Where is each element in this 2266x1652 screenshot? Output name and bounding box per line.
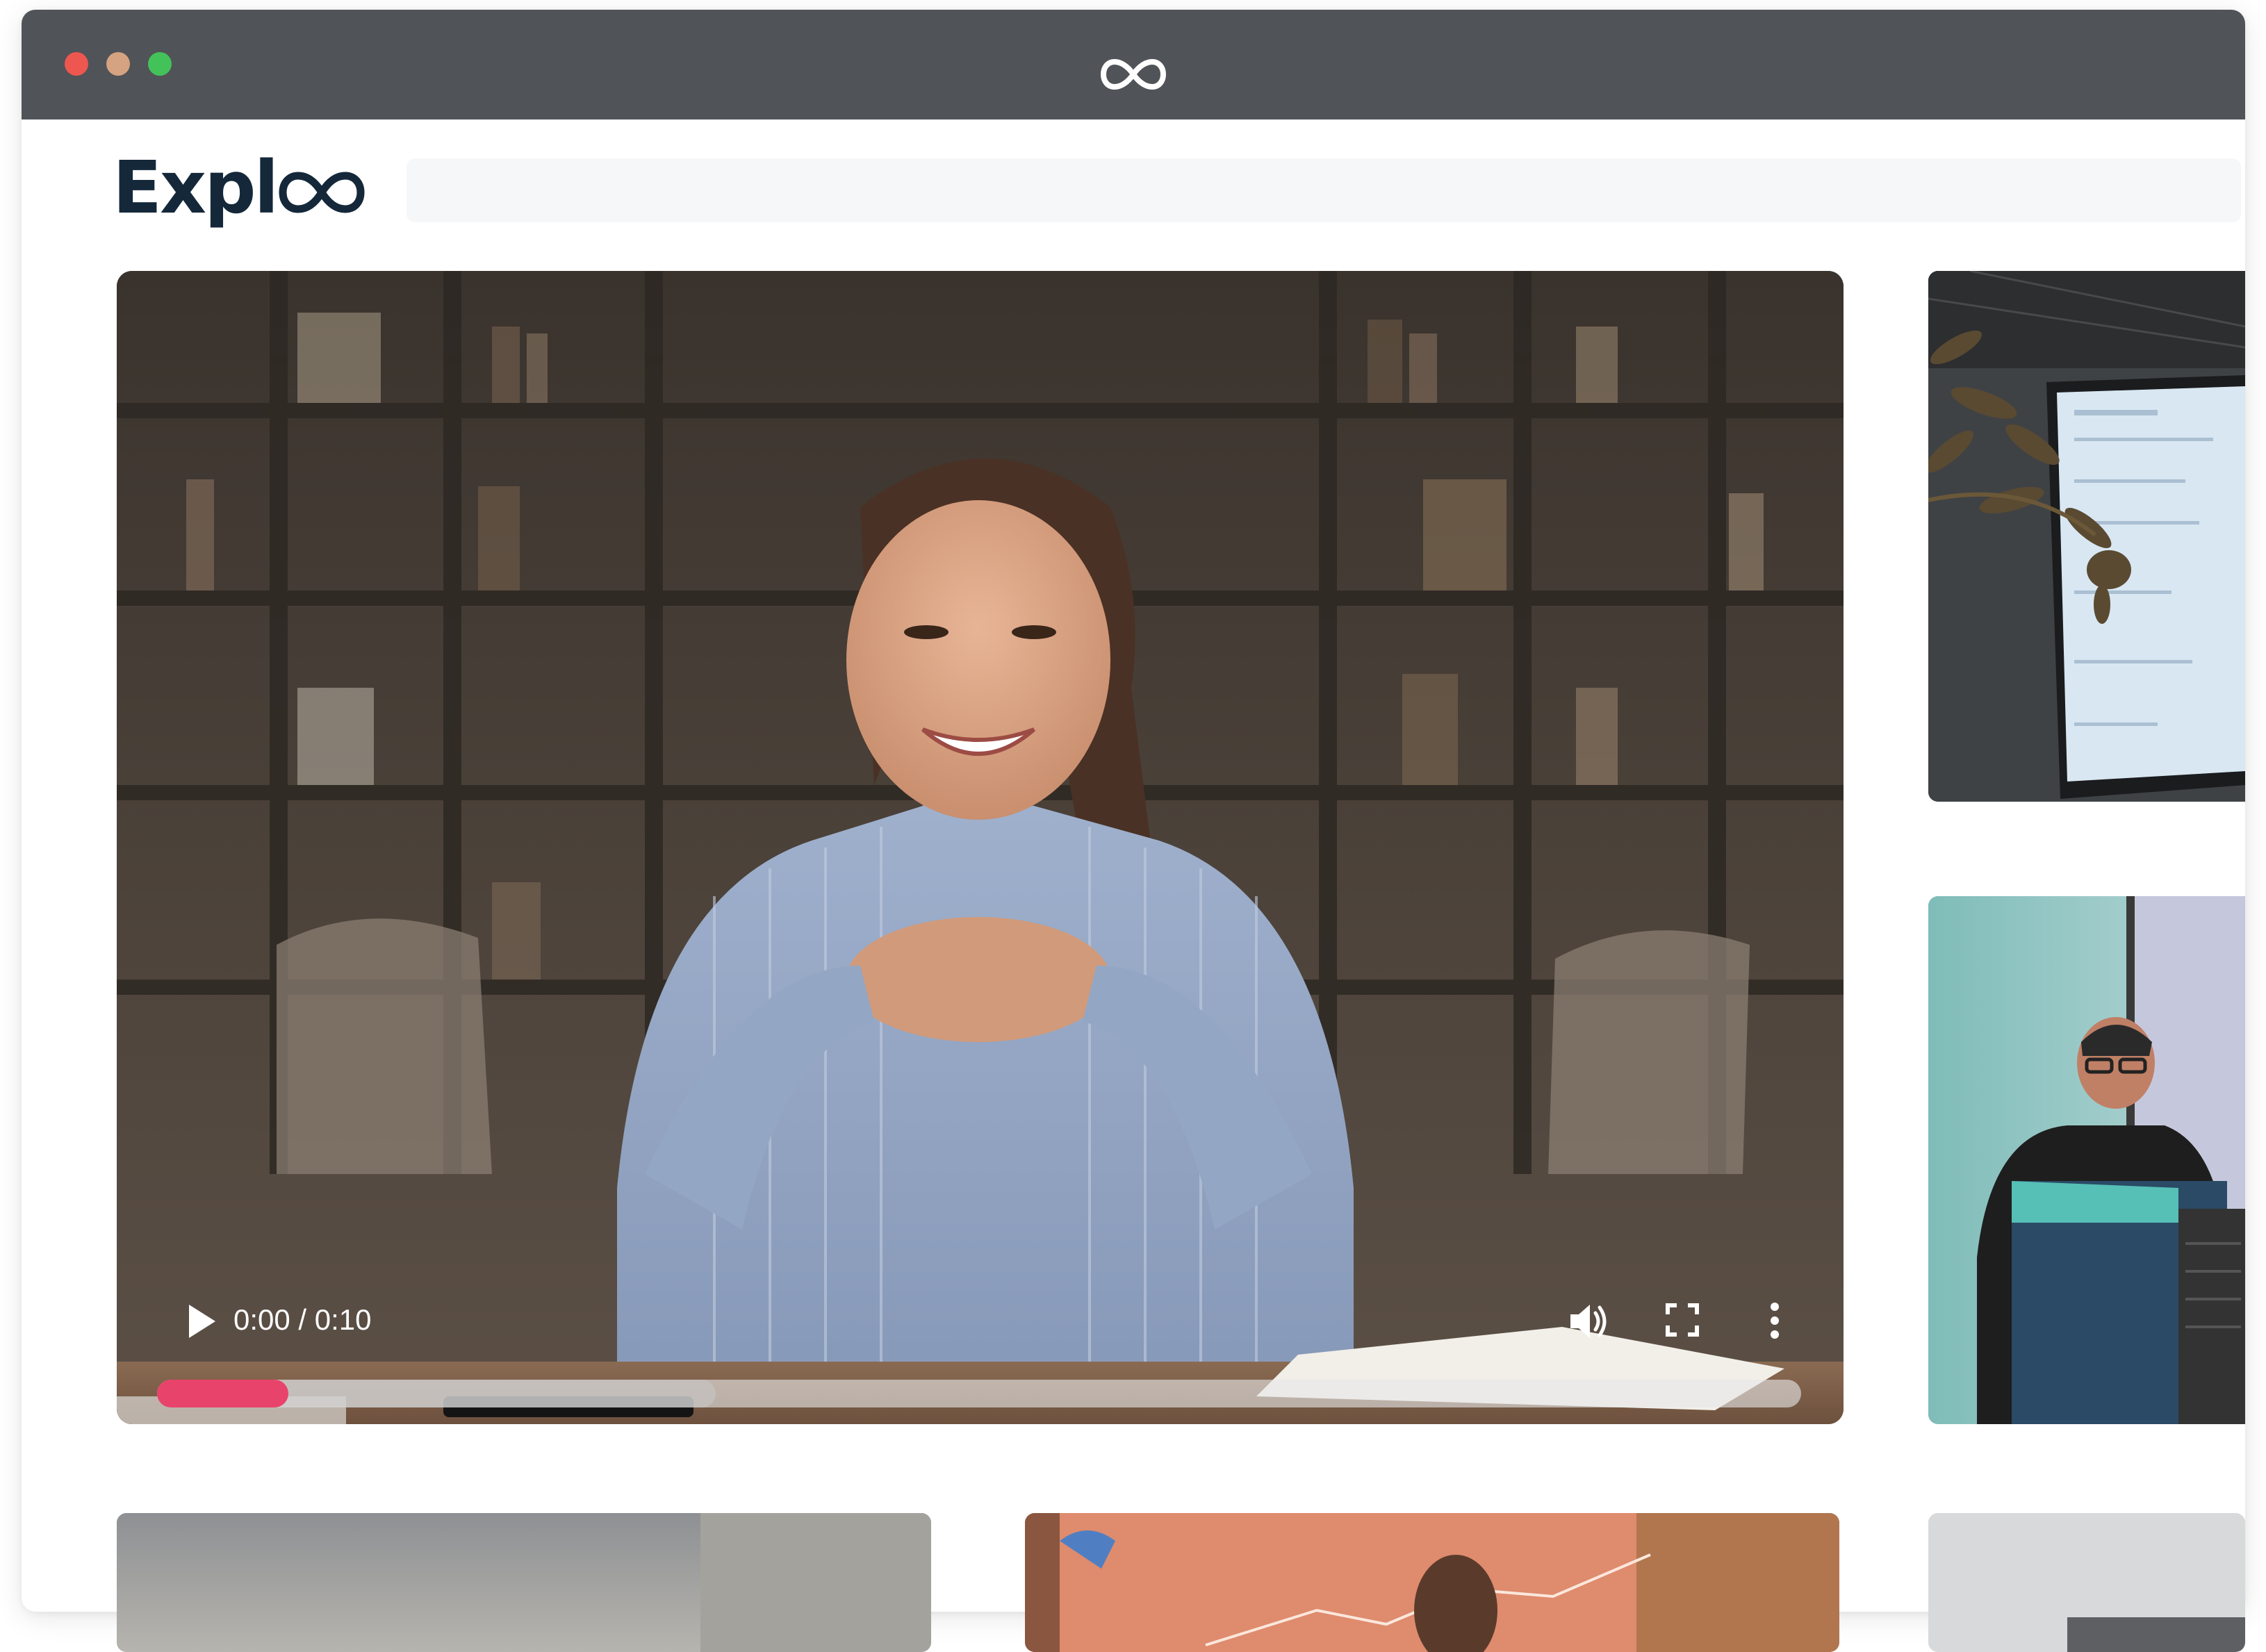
video-time-display: 0:00 / 0:10 [233, 1303, 372, 1336]
thumbnail-image [117, 1513, 931, 1652]
video-progress-fill [157, 1380, 289, 1407]
maximize-window-button[interactable] [148, 52, 172, 76]
fullscreen-icon[interactable] [1666, 1303, 1699, 1337]
video-progress-bar[interactable] [157, 1380, 1801, 1407]
video-thumbnail-bottom-3[interactable] [1928, 1513, 2245, 1652]
video-thumbnail-bottom-2[interactable] [1025, 1513, 1839, 1652]
volume-icon[interactable] [1568, 1300, 1611, 1342]
close-window-button[interactable] [65, 52, 88, 76]
video-thumbnail-speaker[interactable] [1928, 896, 2245, 1424]
infinity-mark-icon [279, 172, 365, 213]
thumbnail-image [1928, 271, 2245, 802]
thumbnail-image [1025, 1513, 1839, 1652]
infinity-logo-icon [1100, 58, 1167, 90]
video-frame [117, 271, 1844, 1424]
video-player[interactable]: 0:00 / 0:10 [117, 271, 1844, 1424]
thumbnail-image [1928, 896, 2245, 1424]
video-thumbnail-presentation-screen[interactable] [1928, 271, 2245, 802]
minimize-window-button[interactable] [106, 52, 130, 76]
more-vertical-icon[interactable] [1769, 1302, 1780, 1339]
play-icon[interactable] [186, 1303, 218, 1339]
brand-logo[interactable]: Expl [113, 146, 368, 229]
search-bar[interactable] [407, 158, 2241, 222]
brand-name: Expl [113, 145, 279, 230]
video-thumbnail-bottom-1[interactable] [117, 1513, 931, 1652]
thumbnail-image [1928, 1513, 2245, 1652]
title-bar [22, 10, 2245, 119]
